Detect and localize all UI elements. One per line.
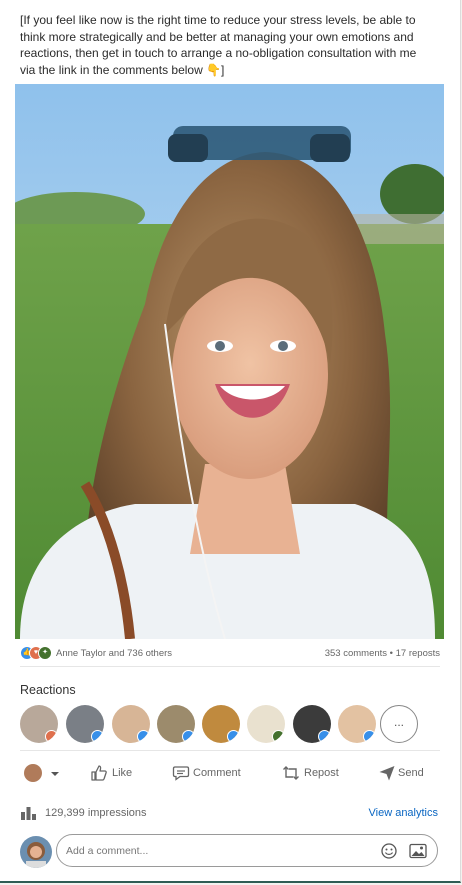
like-badge-icon (318, 730, 331, 743)
like-badge-icon (91, 730, 104, 743)
selfie-photo (15, 84, 444, 639)
repost-label: Repost (304, 767, 339, 779)
emoji-icon[interactable] (381, 843, 397, 859)
more-reactors-button[interactable]: ... (380, 705, 418, 743)
reactor-avatar[interactable] (202, 705, 240, 743)
comment-placeholder: Add a comment... (66, 845, 149, 857)
add-comment-row: Add a comment... (20, 834, 440, 870)
reactors-summary[interactable]: Anne Taylor and 736 others (56, 648, 172, 659)
current-user-photo (20, 836, 52, 868)
send-label: Send (398, 767, 424, 779)
like-button[interactable]: Like (90, 764, 150, 784)
post-image[interactable] (15, 84, 444, 639)
reactions-avatar-list: ... (20, 705, 440, 745)
like-badge-icon (137, 730, 150, 743)
divider (20, 666, 440, 667)
reactor-avatar[interactable] (293, 705, 331, 743)
reaction-actor-switcher[interactable] (24, 764, 64, 784)
send-button[interactable]: Send (378, 764, 428, 784)
like-badge-icon (182, 730, 195, 743)
like-badge-icon (363, 730, 376, 743)
celebrate-reaction-icon: ✦ (38, 646, 52, 660)
reactor-avatar[interactable] (20, 705, 58, 743)
repost-button[interactable]: Repost (282, 764, 352, 784)
comment-input[interactable]: Add a comment... (56, 834, 438, 867)
comments-reposts-count[interactable]: 353 comments • 17 reposts (325, 648, 440, 659)
like-badge-icon (227, 730, 240, 743)
celebrate-badge-icon (272, 730, 285, 743)
divider (20, 750, 440, 751)
current-user-avatar (20, 836, 52, 868)
actor-avatar-dropdown-icon (24, 764, 59, 782)
post-card: [If you feel like now is the right time … (0, 0, 461, 883)
love-badge-icon (45, 730, 58, 743)
send-paper-plane-icon (379, 766, 395, 781)
reactor-avatar[interactable] (112, 705, 150, 743)
reactor-avatar[interactable] (66, 705, 104, 743)
reactor-avatar[interactable] (338, 705, 376, 743)
reactor-avatar[interactable] (157, 705, 195, 743)
comment-label: Comment (193, 767, 241, 779)
like-label: Like (112, 767, 133, 779)
reactions-heading: Reactions (20, 683, 76, 697)
reactor-avatar[interactable] (247, 705, 285, 743)
post-action-bar: Like Comment Repost Send (20, 760, 440, 786)
reaction-summary-icons[interactable]: 👍 ♥ ✦ (20, 646, 54, 660)
comment-bubble-icon (172, 766, 190, 781)
post-body-text: [If you feel like now is the right time … (20, 13, 417, 77)
impressions-count: 129,399 impressions (45, 807, 147, 819)
bar-chart-icon (21, 807, 36, 820)
repost-arrows-icon (283, 766, 299, 780)
image-icon[interactable] (409, 843, 427, 859)
thumbs-up-icon (91, 765, 107, 781)
social-counts-row: 👍 ♥ ✦ Anne Taylor and 736 others 353 com… (20, 645, 440, 661)
view-analytics-link[interactable]: View analytics (369, 807, 439, 819)
comment-button[interactable]: Comment (172, 764, 252, 784)
